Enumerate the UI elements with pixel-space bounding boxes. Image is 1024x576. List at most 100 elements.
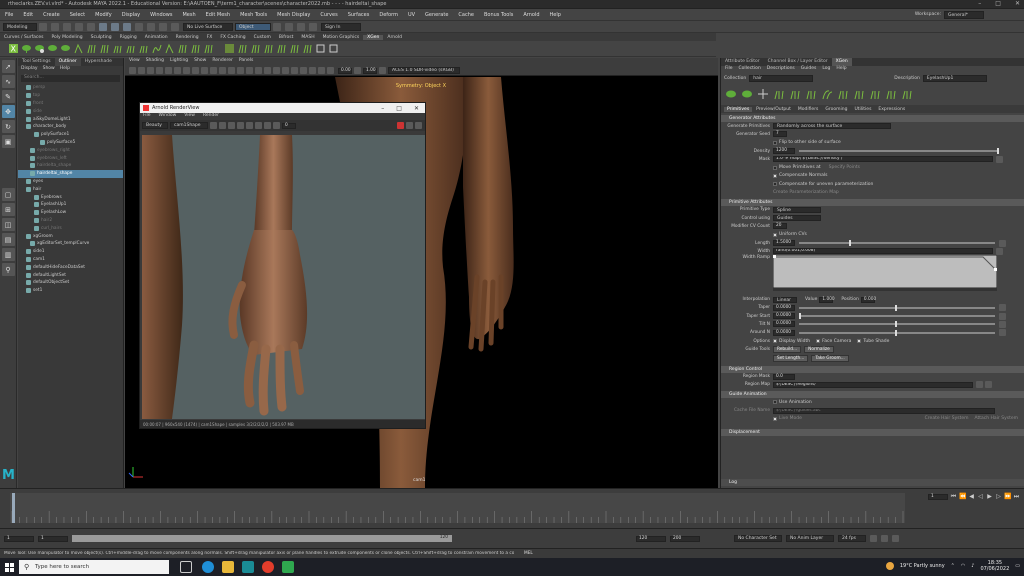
symmetry-dropdown[interactable]: Object	[235, 22, 271, 31]
maximize-button[interactable]: □	[995, 0, 1001, 7]
clock[interactable]: 18:35 07/06/2022	[980, 560, 1009, 572]
exposure-field[interactable]: 0.00	[338, 67, 352, 74]
xgen-editor-icon[interactable]: X	[8, 43, 19, 54]
xgen-mirror-icon[interactable]	[203, 43, 214, 54]
xgen-noise-icon[interactable]	[151, 43, 162, 54]
outliner-item[interactable]: xgEditorSet_templCurve	[18, 240, 123, 248]
snap-point-icon[interactable]	[159, 22, 167, 31]
shelf-tab-motion-graphics[interactable]: Motion Graphics	[319, 35, 364, 40]
menu-help[interactable]: Help	[545, 12, 566, 18]
tab-xgen[interactable]: XGen	[831, 58, 852, 66]
rv-menu-view[interactable]: View	[184, 113, 195, 120]
xray-joints-icon[interactable]	[309, 67, 316, 74]
play-forward-icon[interactable]: ▶	[986, 493, 993, 500]
display-width-checkbox[interactable]	[773, 339, 777, 344]
workspace-dropdown[interactable]: General*	[944, 10, 984, 19]
take-groom-button[interactable]: Take Groom...	[811, 355, 849, 363]
auto-key-icon[interactable]	[892, 535, 899, 542]
ramp-position-field[interactable]: 0.000	[860, 296, 876, 303]
xgen-groom-icon[interactable]	[21, 43, 32, 54]
wireframe-icon[interactable]	[210, 67, 217, 74]
mask-field[interactable]: 1.0*# map('${DESC}/density')	[773, 156, 993, 163]
face-camera-checkbox[interactable]	[816, 339, 821, 344]
region-map-field[interactable]: ${DESC}/Regions/	[773, 381, 973, 388]
rebuild-button[interactable]: Rebuild...	[773, 345, 802, 353]
key-icon[interactable]	[881, 535, 888, 542]
outliner-item[interactable]: polySurface5	[18, 139, 123, 147]
rv-minimize-button[interactable]: –	[381, 105, 384, 112]
shelf-tab-poly[interactable]: Poly Modeling	[48, 35, 87, 40]
menu-mesh-tools[interactable]: Mesh Tools	[235, 12, 272, 18]
mel-label[interactable]: MEL	[524, 551, 533, 556]
subtab-utilities[interactable]: Utilities	[851, 107, 874, 112]
image-plane-icon[interactable]	[147, 67, 154, 74]
description-dropdown[interactable]: EyelashUp1	[922, 75, 987, 82]
rv-close-button[interactable]: ✕	[414, 105, 419, 112]
xgen-cache-icon[interactable]	[224, 43, 235, 54]
playback-end-field[interactable]: 120	[636, 535, 666, 542]
gen-seed-field[interactable]: 7	[773, 131, 787, 138]
xgen-add-description-icon[interactable]	[741, 88, 753, 100]
tilt-n-field[interactable]: 0.0000	[773, 321, 795, 328]
outliner-item[interactable]: front	[18, 100, 123, 108]
render-frame-icon[interactable]	[273, 22, 281, 31]
search-icon[interactable]: ⚲	[1, 263, 15, 276]
live-surface-dropdown[interactable]: No Live Surface	[183, 22, 233, 31]
playback-start-field[interactable]: 1	[38, 535, 68, 542]
menu-deform[interactable]: Deform	[374, 12, 403, 18]
outliner-search-input[interactable]: Search...	[21, 75, 120, 82]
flip-other-checkbox[interactable]	[773, 140, 777, 145]
vp-menu-view[interactable]: View	[129, 58, 140, 66]
fps-dropdown[interactable]: 24 fps	[838, 535, 866, 542]
undo-icon[interactable]	[75, 22, 83, 31]
outliner-item[interactable]: curl_hairs	[18, 224, 123, 232]
xray-components-icon[interactable]	[318, 67, 325, 74]
xgen-spline-icon[interactable]	[47, 43, 58, 54]
xgen-sculpt-icon[interactable]	[86, 43, 97, 54]
rv-ipr-icon[interactable]	[219, 122, 226, 129]
paint-select-icon[interactable]: ✎	[1, 90, 15, 103]
menu-display[interactable]: Display	[117, 12, 145, 18]
taskbar-search-input[interactable]: ⚲ Type here to search	[19, 560, 169, 574]
menu-bonus-tools[interactable]: Bonus Tools	[479, 12, 518, 18]
create-param-map-button[interactable]: Create Parameterization Map	[773, 190, 839, 195]
menu-uv[interactable]: UV	[403, 12, 420, 18]
section-displacement[interactable]: Displacement	[721, 429, 1024, 437]
tube-shade-checkbox[interactable]	[857, 339, 862, 344]
task-view-icon[interactable]	[180, 561, 192, 573]
camera-attr-icon[interactable]	[129, 67, 136, 74]
isolate-select-icon[interactable]	[291, 67, 298, 74]
around-n-map-icon[interactable]	[999, 329, 1006, 337]
rv-stop-icon[interactable]	[397, 122, 404, 129]
wifi-icon[interactable]: ◠	[961, 563, 965, 569]
menu-edit-mesh[interactable]: Edit Mesh	[201, 12, 235, 18]
vp-menu-panels[interactable]: Panels	[239, 58, 253, 66]
single-pane-icon[interactable]: ▢	[1, 188, 15, 201]
menu-modify[interactable]: Modify	[90, 12, 117, 18]
go-to-end-icon[interactable]: ⏭	[1013, 493, 1020, 500]
rv-refresh-icon[interactable]	[246, 122, 253, 129]
snap-grid-icon[interactable]	[135, 22, 143, 31]
resolution-gate-icon[interactable]	[174, 67, 181, 74]
xgen-twist-icon[interactable]	[302, 43, 313, 54]
menu-mesh[interactable]: Mesh	[177, 12, 200, 18]
outliner-item[interactable]: eyes	[18, 178, 123, 186]
ipr-render-icon[interactable]	[285, 22, 293, 31]
xgen-menu-descriptions[interactable]: Descriptions	[767, 66, 795, 74]
prim-type-dropdown[interactable]: Spline	[773, 206, 821, 213]
outliner-item[interactable]: defaultHideFaceDataSet	[18, 263, 123, 271]
xgen-menu-help[interactable]: Help	[836, 66, 846, 74]
vp-menu-lighting[interactable]: Lighting	[170, 58, 188, 66]
outliner-menu-help[interactable]: Help	[60, 66, 70, 73]
xgen-move-icon[interactable]	[757, 88, 769, 100]
outliner-item[interactable]: hair	[18, 185, 123, 193]
range-bar[interactable]: 120	[72, 535, 452, 542]
gamma-field[interactable]: 1.00	[363, 67, 377, 74]
xgen-add-collection-icon[interactable]	[725, 88, 737, 100]
select-tool-icon[interactable]: ➚	[1, 60, 15, 73]
xgen-length-icon[interactable]	[112, 43, 123, 54]
save-scene-icon[interactable]	[63, 22, 71, 31]
tab-outliner[interactable]: Outliner	[54, 58, 81, 66]
xgen-menu-guides[interactable]: Guides	[801, 66, 817, 74]
step-forward-key-icon[interactable]: ⏩	[1004, 493, 1011, 500]
